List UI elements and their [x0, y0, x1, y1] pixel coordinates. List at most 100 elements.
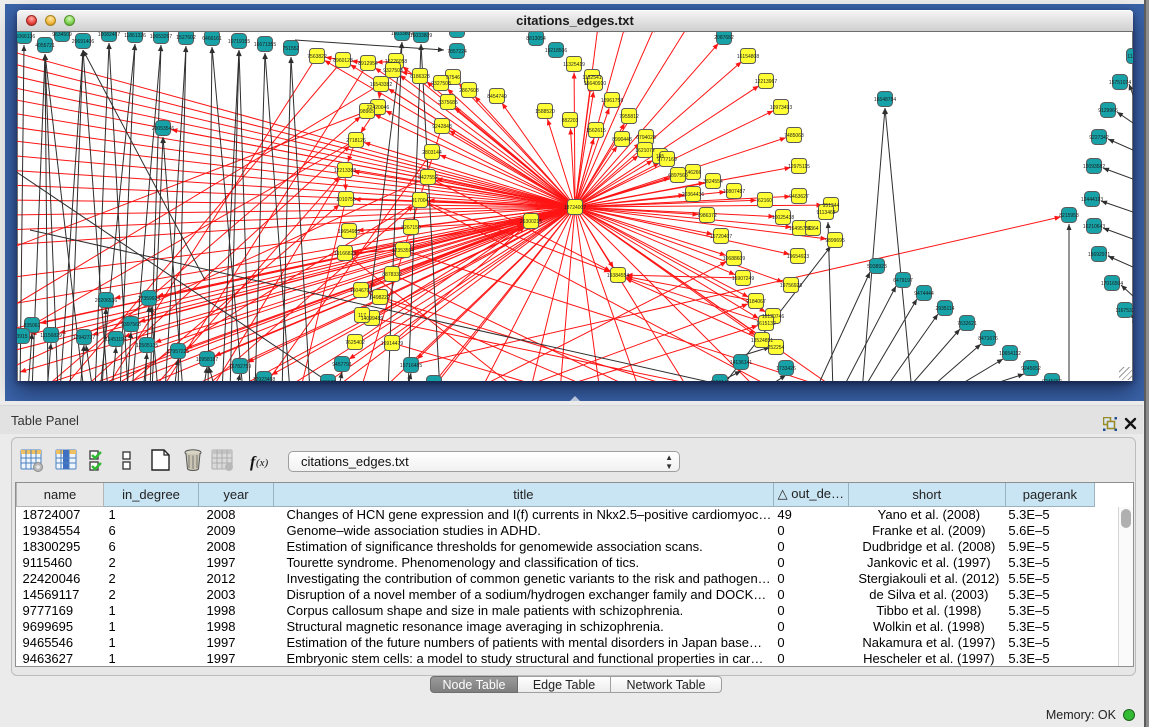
- svg-text:1010755: 1010755: [336, 197, 356, 203]
- svg-text:15640910: 15640910: [584, 81, 606, 87]
- svg-text:6466161: 6466161: [202, 36, 222, 42]
- svg-text:9227342: 9227342: [1089, 135, 1109, 141]
- svg-text:7563822: 7563822: [307, 54, 327, 60]
- svg-text:2087682: 2087682: [714, 35, 734, 41]
- svg-text:8813054: 8813054: [526, 36, 546, 42]
- svg-text:7955812: 7955812: [619, 114, 639, 120]
- svg-text:2718126: 2718126: [346, 138, 366, 144]
- svg-text:17359924: 17359924: [138, 296, 160, 302]
- svg-text:12942737: 12942737: [73, 335, 95, 341]
- svg-text:15720407: 15720407: [710, 234, 732, 240]
- svg-text:12444193: 12444193: [1081, 197, 1103, 203]
- svg-text:8215953: 8215953: [1059, 213, 1079, 219]
- svg-text:9242848: 9242848: [432, 124, 452, 130]
- svg-text:10961758: 10961758: [601, 98, 623, 104]
- svg-text:15751074: 15751074: [1109, 80, 1131, 86]
- svg-text:10653267: 10653267: [150, 34, 172, 40]
- svg-text:16671355: 16671355: [254, 42, 276, 48]
- svg-text:9397568: 9397568: [121, 322, 141, 328]
- svg-text:16120746: 16120746: [762, 314, 784, 320]
- svg-text:8990448: 8990448: [612, 137, 632, 143]
- svg-text:3824554: 3824554: [703, 179, 723, 185]
- svg-text:7986372: 7986372: [697, 213, 717, 219]
- svg-text:2803144: 2803144: [422, 150, 442, 156]
- svg-text:16033809: 16033809: [410, 33, 432, 39]
- svg-text:9245652: 9245652: [1042, 379, 1062, 381]
- svg-text:10973493: 10973493: [770, 105, 792, 111]
- svg-text:9049915: 9049915: [447, 32, 467, 34]
- svg-text:8960128: 8960128: [333, 58, 353, 64]
- svg-text:9184067: 9184067: [746, 299, 766, 305]
- svg-text:17016504: 17016504: [1101, 281, 1123, 287]
- svg-text:20206536: 20206536: [95, 298, 117, 304]
- svg-text:10719155: 10719155: [228, 39, 250, 45]
- svg-text:15907249: 15907249: [732, 276, 754, 282]
- svg-text:9364: 9364: [807, 226, 818, 232]
- svg-text:12975115: 12975115: [788, 164, 810, 170]
- svg-text:12353594: 12353594: [392, 248, 414, 254]
- svg-text:1615132: 1615132: [756, 321, 776, 327]
- svg-text:1621072: 1621072: [635, 148, 655, 154]
- svg-text:10958187: 10958187: [196, 357, 218, 363]
- svg-text:10807487: 10807487: [723, 189, 745, 195]
- svg-text:20364436: 20364436: [682, 192, 704, 198]
- svg-text:2935114: 2935114: [935, 306, 954, 312]
- svg-text:16914479: 16914479: [381, 341, 403, 347]
- svg-text:11861326: 11861326: [124, 33, 146, 39]
- svg-text:18724007: 18724007: [564, 205, 586, 211]
- svg-text:11451194: 11451194: [105, 337, 127, 343]
- svg-text:9777169: 9777169: [657, 157, 677, 163]
- svg-text:98965: 98965: [360, 109, 374, 115]
- svg-text:11173: 11173: [1127, 54, 1133, 60]
- svg-text:16154808: 16154808: [737, 54, 759, 60]
- svg-text:21066136: 21066136: [17, 34, 35, 40]
- svg-text:20691406: 20691406: [72, 39, 94, 45]
- svg-text:19218506: 19218506: [545, 48, 567, 54]
- svg-text:9245652: 9245652: [1021, 366, 1041, 372]
- svg-text:16543382: 16543382: [370, 82, 392, 88]
- svg-text:835061: 835061: [24, 323, 41, 329]
- svg-text:917004: 917004: [412, 198, 429, 204]
- svg-text:9634509: 9634509: [52, 32, 72, 38]
- svg-text:4055721: 4055721: [35, 43, 55, 49]
- svg-text:252254: 252254: [768, 345, 785, 351]
- svg-text:7485063: 7485063: [784, 133, 804, 139]
- svg-text:1527602: 1527602: [176, 35, 196, 41]
- svg-text:951344: 951344: [823, 203, 840, 209]
- svg-text:15716485: 15716485: [400, 363, 422, 369]
- svg-text:11156829: 11156829: [40, 333, 62, 339]
- svg-text:3915: 3915: [17, 334, 28, 340]
- svg-text:9129966: 9129966: [1098, 108, 1118, 114]
- svg-text:105571: 105571: [320, 380, 337, 381]
- svg-text:8427552: 8427552: [418, 175, 438, 181]
- svg-text:9113468: 9113468: [816, 210, 835, 216]
- svg-text:20053546: 20053546: [152, 126, 174, 132]
- svg-text:16648784: 16648784: [874, 97, 896, 103]
- svg-text:3375685: 3375685: [438, 100, 458, 106]
- svg-text:7632621: 7632621: [957, 321, 977, 327]
- svg-text:10688609: 10688609: [723, 256, 745, 262]
- svg-text:751552: 751552: [283, 46, 300, 52]
- svg-text:1562615: 1562615: [586, 128, 606, 134]
- svg-text:10654112: 10654112: [999, 351, 1021, 357]
- svg-text:12213383: 12213383: [334, 168, 356, 174]
- svg-text:1733426: 1733426: [776, 366, 796, 372]
- svg-text:15692971: 15692971: [1088, 252, 1110, 258]
- svg-text:1136141: 1136141: [710, 380, 729, 381]
- svg-text:6498222: 6498222: [370, 295, 390, 301]
- svg-text:8186328: 8186328: [410, 74, 430, 80]
- svg-text:17957225: 17957225: [167, 349, 189, 355]
- svg-text:19384554: 19384554: [607, 273, 629, 279]
- svg-text:1167533: 1167533: [1115, 308, 1133, 314]
- svg-text:1588520: 1588520: [535, 109, 555, 115]
- svg-text:16210643: 16210643: [1083, 224, 1105, 230]
- svg-text:16782759: 16782759: [229, 364, 251, 370]
- svg-text:26300215: 26300215: [520, 219, 542, 225]
- svg-text:12093582: 12093582: [1083, 164, 1105, 170]
- svg-text:9899695: 9899695: [825, 238, 845, 244]
- svg-text:8267150: 8267150: [401, 225, 421, 231]
- svg-text:13524851: 13524851: [751, 338, 773, 344]
- svg-text:11325419: 11325419: [563, 62, 585, 68]
- svg-text:12213967: 12213967: [755, 79, 777, 85]
- svg-text:12505135: 12505135: [136, 343, 158, 349]
